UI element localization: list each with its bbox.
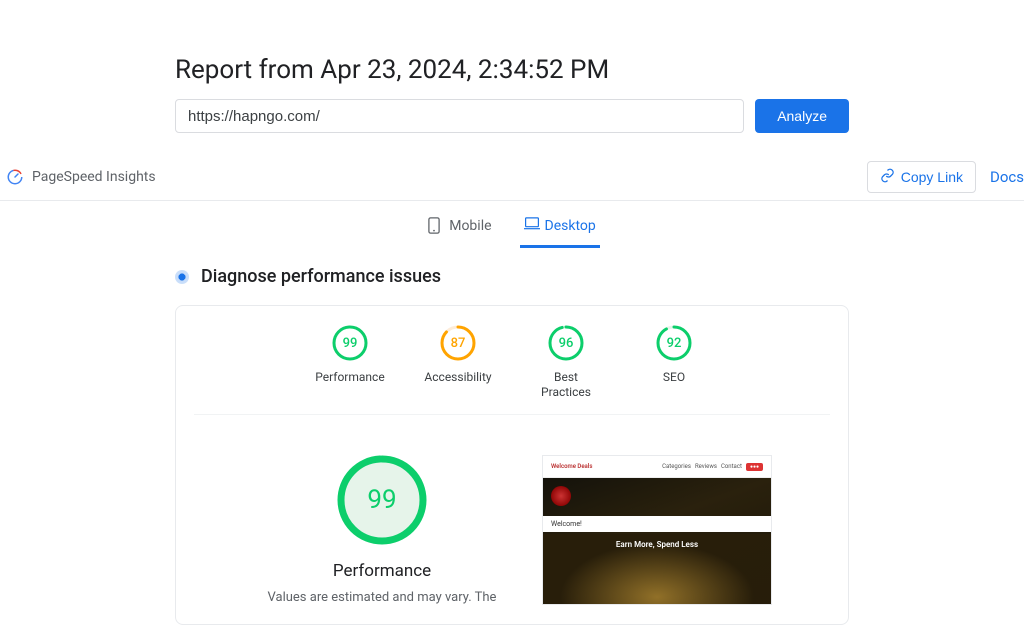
preview-hero-text: Earn More, Spend Less (616, 540, 698, 604)
score-item-accessibility[interactable]: 87 Accessibility (418, 324, 498, 400)
diagnose-heading-row: Diagnose performance issues (175, 266, 849, 287)
header-bar: PageSpeed Insights Copy Link Docs (0, 153, 1024, 201)
copy-link-label: Copy Link (901, 169, 963, 185)
score-item-seo[interactable]: 92 SEO (634, 324, 714, 400)
analyze-button[interactable]: Analyze (755, 99, 849, 133)
tab-mobile-label: Mobile (449, 218, 491, 234)
preview-nav-brand: Welcome Deals (551, 463, 592, 470)
main-score-value: 99 (337, 455, 427, 545)
brand-name: PageSpeed Insights (32, 169, 156, 185)
main-score-note: Values are estimated and may vary. The (268, 589, 497, 607)
docs-link[interactable]: Docs (990, 168, 1024, 186)
preview-nav-item: Categories (662, 463, 691, 470)
score-value: 96 (547, 324, 585, 362)
preview-nav-item: Contact (721, 463, 742, 470)
score-item-performance[interactable]: 99 Performance (310, 324, 390, 400)
score-gauge: 96 (547, 324, 585, 362)
tab-mobile[interactable]: Mobile (424, 211, 495, 248)
tab-desktop-label: Desktop (545, 218, 596, 234)
preview-nav-chip: ●●● (746, 463, 763, 471)
diagnose-dot-icon (175, 270, 189, 284)
url-input[interactable] (175, 99, 744, 133)
score-gauge: 99 (331, 324, 369, 362)
site-screenshot-preview: Welcome Deals Categories Reviews Contact… (542, 455, 772, 605)
main-score-gauge: 99 (337, 455, 427, 545)
copy-link-button[interactable]: Copy Link (867, 161, 976, 193)
preview-badge-icon (551, 486, 571, 506)
device-tabs: Mobile Desktop (0, 201, 1024, 248)
desktop-icon (524, 217, 538, 235)
link-icon (880, 168, 895, 186)
score-label: BestPractices (541, 370, 591, 400)
diagnose-heading: Diagnose performance issues (201, 266, 441, 287)
main-performance-block: 99 Performance Values are estimated and … (252, 455, 512, 607)
report-title: Report from Apr 23, 2024, 2:34:52 PM (175, 55, 849, 85)
score-value: 87 (439, 324, 477, 362)
preview-welcome: Welcome! (543, 516, 771, 532)
tab-desktop[interactable]: Desktop (520, 211, 600, 248)
score-value: 92 (655, 324, 693, 362)
score-label: SEO (663, 370, 685, 385)
results-card: 99 Performance 87 Accessibility 96 BestPracti… (175, 305, 849, 625)
score-label: Accessibility (424, 370, 491, 385)
score-gauge: 92 (655, 324, 693, 362)
mobile-icon (428, 217, 442, 235)
score-gauge: 87 (439, 324, 477, 362)
url-input-row: Analyze (175, 99, 849, 133)
score-value: 99 (331, 324, 369, 362)
score-label: Performance (315, 370, 384, 385)
pagespeed-logo-icon (6, 168, 24, 186)
main-score-label: Performance (333, 561, 431, 581)
score-row: 99 Performance 87 Accessibility 96 BestPracti… (194, 324, 830, 415)
score-item-best-practices[interactable]: 96 BestPractices (526, 324, 606, 400)
preview-nav-item: Reviews (695, 463, 717, 470)
brand[interactable]: PageSpeed Insights (6, 168, 156, 186)
